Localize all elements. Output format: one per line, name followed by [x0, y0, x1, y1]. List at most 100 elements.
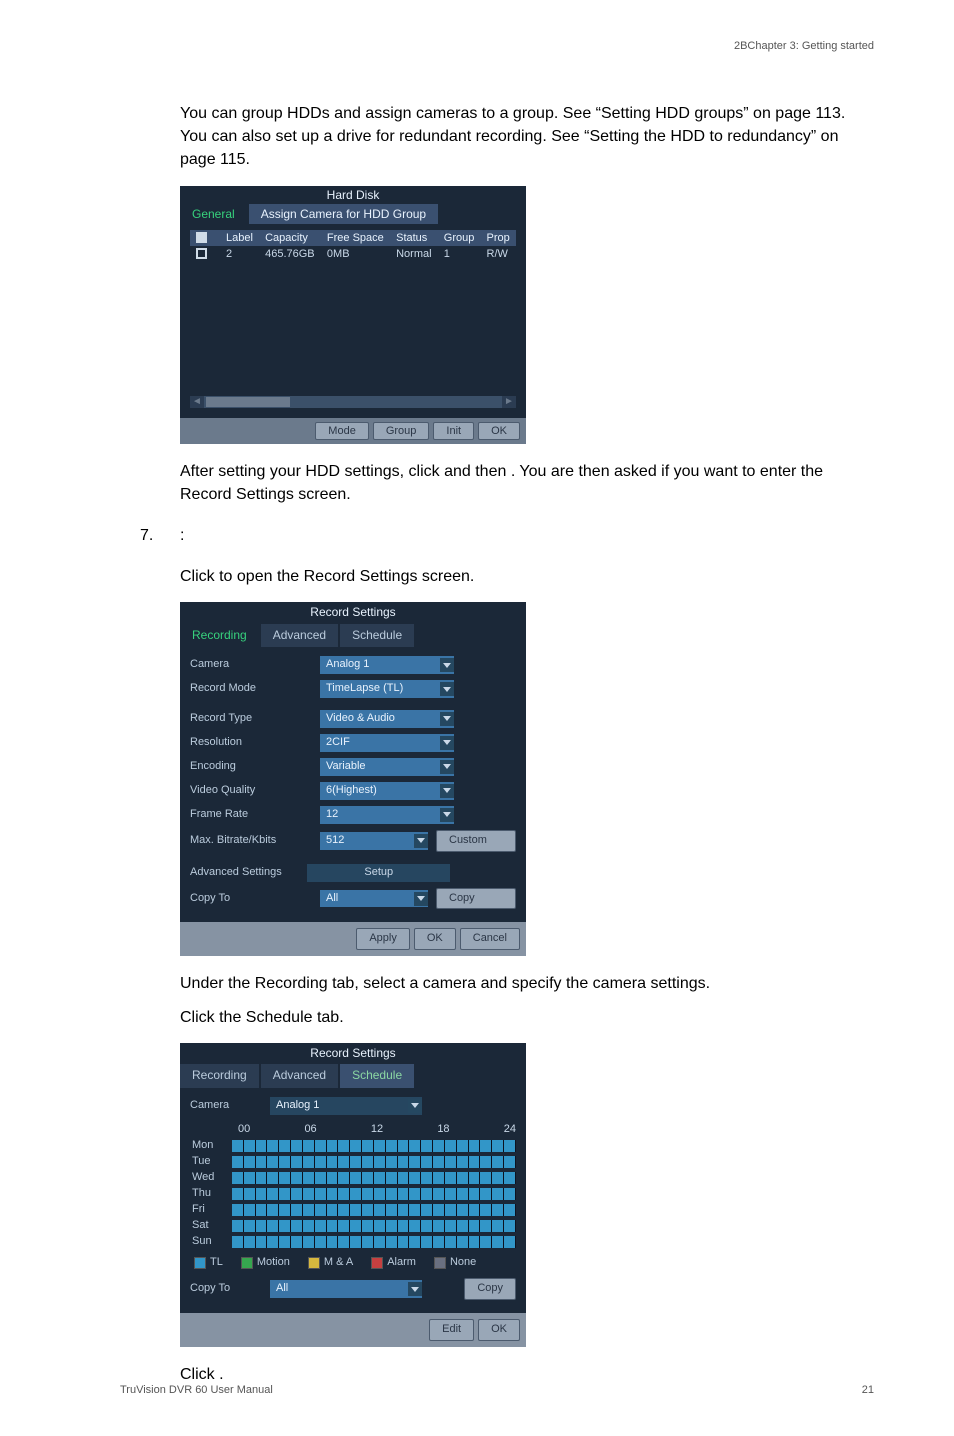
label-max-bitrate: Max. Bitrate/Kbits [190, 833, 320, 849]
chevron-down-icon[interactable] [440, 682, 454, 696]
day-label-fri: Fri [190, 1202, 232, 1218]
label-copy-to: Copy To [190, 891, 320, 907]
ok-button[interactable]: OK [414, 928, 456, 950]
field-record-type[interactable]: Video & Audio [320, 710, 454, 728]
hour-06: 06 [304, 1122, 316, 1138]
schedule-row-fri: Fri [190, 1203, 516, 1217]
field-record-mode[interactable]: TimeLapse (TL) [320, 680, 454, 698]
chevron-down-icon[interactable] [408, 1099, 422, 1113]
day-label-sun: Sun [190, 1234, 232, 1250]
tab-advanced[interactable]: Advanced [261, 1064, 338, 1087]
paragraph-click: Click . [180, 1363, 874, 1386]
step-number: 7. [140, 524, 180, 547]
paragraph-under-recording: Under the Recording tab, select a camera… [180, 972, 874, 995]
window-title: Record Settings [180, 602, 526, 623]
hdd-row[interactable]: 2 465.76GB 0MB Normal 1 R/W [190, 246, 516, 262]
tab-general[interactable]: General [180, 204, 247, 224]
field-camera[interactable]: Analog 1 [270, 1097, 422, 1115]
label-camera: Camera [190, 657, 320, 673]
field-camera[interactable]: Analog 1 [320, 656, 454, 674]
label-record-type: Record Type [190, 711, 320, 727]
label-video-quality: Video Quality [190, 783, 320, 799]
window-title: Hard Disk [180, 186, 526, 204]
setup-button[interactable]: Setup [307, 864, 450, 882]
tab-schedule[interactable]: Schedule [340, 1064, 414, 1087]
hour-12: 12 [371, 1122, 383, 1138]
mode-button[interactable]: Mode [315, 422, 369, 440]
legend-none-icon [434, 1257, 446, 1269]
custom-button[interactable]: Custom [436, 830, 516, 852]
tab-schedule[interactable]: Schedule [340, 624, 414, 647]
window-title: Record Settings [180, 1043, 526, 1064]
schedule-row-sat: Sat [190, 1219, 516, 1233]
scroll-arrow-left[interactable]: ◄ [190, 396, 204, 408]
cell-prop: R/W [481, 246, 516, 262]
col-label: Label [220, 230, 259, 246]
field-encoding[interactable]: Variable [320, 758, 454, 776]
label-copy-to: Copy To [190, 1281, 270, 1297]
horizontal-scrollbar[interactable]: ◄ ► [190, 396, 516, 408]
label-camera: Camera [190, 1098, 270, 1114]
field-copy-to[interactable]: All [320, 890, 428, 908]
chevron-down-icon[interactable] [414, 834, 428, 848]
schedule-row-sun: Sun [190, 1235, 516, 1249]
field-copy-to[interactable]: All [270, 1280, 422, 1298]
ok-button[interactable]: OK [478, 422, 520, 440]
chevron-down-icon[interactable] [440, 712, 454, 726]
chevron-down-icon[interactable] [414, 892, 428, 906]
schedule-bar-mon[interactable] [232, 1140, 516, 1152]
schedule-row-mon: Mon [190, 1139, 516, 1153]
chevron-down-icon[interactable] [440, 784, 454, 798]
col-free-space: Free Space [321, 230, 390, 246]
legend-tl: TL [210, 1256, 223, 1268]
checkbox-row[interactable] [196, 248, 207, 259]
init-button[interactable]: Init [433, 422, 474, 440]
copy-button[interactable]: Copy [464, 1278, 516, 1300]
screenshot-schedule: Record Settings Recording Advanced Sched… [180, 1043, 526, 1347]
cell-free: 0MB [321, 246, 390, 262]
scroll-arrow-right[interactable]: ► [502, 396, 516, 408]
label-frame-rate: Frame Rate [190, 807, 320, 823]
checkbox-header[interactable] [196, 232, 207, 243]
col-capacity: Capacity [259, 230, 321, 246]
schedule-bar-wed[interactable] [232, 1172, 516, 1184]
step-heading: : [180, 527, 184, 544]
apply-button[interactable]: Apply [356, 928, 410, 950]
label-resolution: Resolution [190, 735, 320, 751]
label-record-mode: Record Mode [190, 681, 320, 697]
schedule-bar-sat[interactable] [232, 1220, 516, 1232]
tab-assign-camera[interactable]: Assign Camera for HDD Group [249, 204, 438, 224]
paragraph-hdd-groups: You can group HDDs and assign cameras to… [180, 102, 874, 172]
schedule-bar-fri[interactable] [232, 1204, 516, 1216]
col-group: Group [438, 230, 481, 246]
chevron-down-icon[interactable] [440, 658, 454, 672]
chevron-down-icon[interactable] [408, 1282, 422, 1296]
legend-motion: Motion [257, 1256, 290, 1268]
field-max-bitrate[interactable]: 512 [320, 832, 428, 850]
copy-button[interactable]: Copy [436, 888, 516, 910]
scroll-thumb[interactable] [206, 397, 290, 407]
group-button[interactable]: Group [373, 422, 430, 440]
tab-advanced[interactable]: Advanced [261, 624, 338, 647]
schedule-bar-thu[interactable] [232, 1188, 516, 1200]
paragraph-click-schedule: Click the Schedule tab. [180, 1006, 874, 1029]
paragraph-after-hdd: After setting your HDD settings, click a… [180, 460, 874, 506]
day-label-thu: Thu [190, 1186, 232, 1202]
chevron-down-icon[interactable] [440, 736, 454, 750]
schedule-row-wed: Wed [190, 1171, 516, 1185]
field-resolution[interactable]: 2CIF [320, 734, 454, 752]
chevron-down-icon[interactable] [440, 760, 454, 774]
cell-status: Normal [390, 246, 438, 262]
schedule-bar-sun[interactable] [232, 1236, 516, 1248]
tab-recording[interactable]: Recording [180, 1064, 259, 1087]
ok-button[interactable]: OK [478, 1319, 520, 1341]
schedule-bar-tue[interactable] [232, 1156, 516, 1168]
chevron-down-icon[interactable] [440, 808, 454, 822]
cancel-button[interactable]: Cancel [460, 928, 520, 950]
tab-recording[interactable]: Recording [180, 624, 259, 647]
paragraph-click-open: Click to open the Record Settings screen… [180, 565, 874, 588]
field-frame-rate[interactable]: 12 [320, 806, 454, 824]
field-video-quality[interactable]: 6(Highest) [320, 782, 454, 800]
edit-button[interactable]: Edit [429, 1319, 474, 1341]
legend-ma-icon [308, 1257, 320, 1269]
